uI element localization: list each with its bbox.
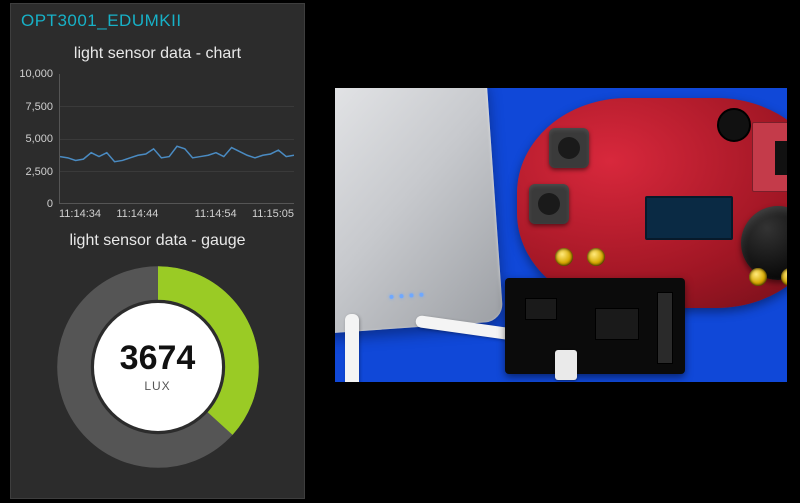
chart-y-tick: 10,000 (19, 68, 53, 80)
gauge-value: 3674 (120, 341, 196, 375)
chart-y-tick: 2,500 (25, 166, 53, 178)
lcd-display-icon (645, 196, 733, 240)
joystick-icon (741, 206, 787, 280)
chart-y-tick: 5,000 (25, 133, 53, 145)
mounting-hole-icon (587, 248, 605, 266)
mounting-hole-icon (781, 268, 787, 286)
chart-x-axis: 11:14:34 11:14:44 11:14:54 11:15:05 (59, 206, 294, 224)
chart-x-tick: 11:14:54 (195, 208, 237, 220)
chart-plot-area (59, 74, 294, 204)
chart-x-tick: 11:15:05 (252, 208, 294, 220)
gauge-title: light sensor data - gauge (11, 232, 304, 250)
chart-series-line (60, 146, 294, 161)
mounting-hole-icon (555, 248, 573, 266)
light-sensor-gauge: 3674 LUX (53, 262, 263, 472)
hardware-photo (335, 88, 787, 382)
chart-x-tick: 11:14:34 (59, 208, 101, 220)
boosterpack-board (517, 98, 787, 308)
mcu-daughter-board (752, 122, 787, 192)
pushbutton-icon (529, 184, 569, 224)
pushbutton-icon (549, 128, 589, 168)
chart-title: light sensor data - chart (11, 45, 304, 63)
header-pins-icon (657, 292, 673, 364)
usb-cable-segment (345, 314, 359, 382)
power-bank-leds (389, 293, 423, 299)
gauge-unit: LUX (144, 379, 170, 393)
chart-y-tick: 0 (47, 198, 53, 210)
chart-y-tick: 7,500 (25, 101, 53, 113)
gauge-center: 3674 LUX (94, 303, 222, 431)
panel-title: OPT3001_EDUMKII (11, 4, 304, 41)
usb-plug-icon (555, 350, 577, 380)
buzzer-icon (717, 108, 751, 142)
chart-x-tick: 11:14:44 (116, 208, 158, 220)
mcu-chip-icon (775, 141, 787, 175)
launchpad-board (505, 278, 685, 374)
ic-chip-icon (595, 308, 639, 340)
mounting-hole-icon (749, 268, 767, 286)
sensor-panel: OPT3001_EDUMKII light sensor data - char… (10, 3, 305, 499)
power-bank (335, 88, 503, 334)
light-sensor-chart: 10,0007,5005,0002,5000 11:14:3411:14:441… (13, 69, 298, 224)
chart-y-axis: 10,0007,5005,0002,5000 (13, 69, 57, 204)
ic-chip-icon (525, 298, 557, 320)
